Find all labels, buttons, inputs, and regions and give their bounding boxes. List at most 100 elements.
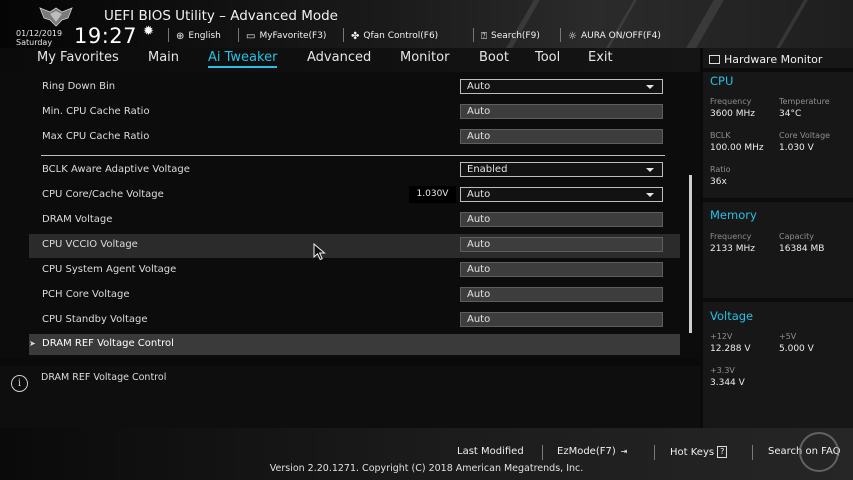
core-voltage-value: 1.030 V bbox=[779, 143, 814, 153]
version-text: Version 2.20.1271. Copyright (C) 2018 Am… bbox=[269, 463, 584, 474]
min-cpu-cache-ratio-input[interactable]: Auto bbox=[460, 104, 663, 119]
search-label: Search(F9) bbox=[491, 31, 540, 41]
help-text: DRAM REF Voltage Control bbox=[41, 372, 167, 383]
setting-value: Auto bbox=[467, 239, 491, 250]
setting-label: Min. CPU Cache Ratio bbox=[42, 106, 150, 117]
footer-separator bbox=[542, 445, 543, 460]
ezmode-label: EzMode(F7) bbox=[557, 446, 616, 457]
myfavorite-label: MyFavorite(F3) bbox=[259, 31, 327, 41]
globe-icon: ⊕ bbox=[176, 30, 185, 42]
tab-monitor[interactable]: Monitor bbox=[400, 50, 449, 65]
setting-row-dram-voltage[interactable]: DRAM Voltage Auto bbox=[29, 209, 680, 233]
setting-row-cpu-core-cache-voltage[interactable]: CPU Core/Cache Voltage 1.030V Auto bbox=[29, 184, 680, 208]
hotkeys-label: Hot Keys bbox=[670, 446, 715, 458]
app-title: UEFI BIOS Utility – Advanced Mode bbox=[104, 8, 338, 24]
setting-label: CPU Core/Cache Voltage bbox=[42, 189, 164, 200]
v5-label: +5V bbox=[779, 332, 797, 341]
setting-row-bclk-aware-adaptive-voltage[interactable]: BCLK Aware Adaptive Voltage Enabled bbox=[29, 159, 680, 183]
footer-separator bbox=[752, 445, 753, 460]
section-divider bbox=[41, 155, 665, 156]
setting-row-pch-core-voltage[interactable]: PCH Core Voltage Auto bbox=[29, 284, 680, 308]
ezmode-button[interactable]: EzMode(F7) ⇥ bbox=[557, 446, 627, 457]
bclk-aware-adaptive-voltage-dropdown[interactable]: Enabled bbox=[460, 162, 663, 177]
watermark-logo-icon bbox=[799, 432, 839, 472]
language-button[interactable]: ⊕ English bbox=[176, 29, 221, 43]
main-menu-tabs: My Favorites Main Ai Tweaker Advanced Mo… bbox=[0, 48, 700, 72]
memory-frequency-label: Frequency bbox=[710, 232, 752, 241]
tab-exit[interactable]: Exit bbox=[588, 50, 613, 65]
setting-value: Auto bbox=[467, 314, 491, 325]
hardware-monitor-title: Hardware Monitor bbox=[709, 53, 822, 66]
fan-icon: ✤ bbox=[351, 30, 360, 42]
dram-voltage-input[interactable]: Auto bbox=[460, 212, 663, 227]
hotkeys-button[interactable]: Hot Keys ? bbox=[670, 446, 728, 458]
search-button[interactable]: ⍰ Search(F9) bbox=[481, 29, 540, 43]
qfan-control-button[interactable]: ✤ Qfan Control(F6) bbox=[351, 29, 438, 43]
memory-capacity-value: 16384 MB bbox=[779, 244, 825, 254]
tab-tool[interactable]: Tool bbox=[535, 50, 560, 65]
setting-row-cpu-system-agent-voltage[interactable]: CPU System Agent Voltage Auto bbox=[29, 259, 680, 283]
header-decoration bbox=[776, 0, 808, 48]
monitor-icon bbox=[709, 55, 720, 64]
cpu-system-agent-voltage-input[interactable]: Auto bbox=[460, 262, 663, 277]
setting-row-min-cpu-cache-ratio[interactable]: Min. CPU Cache Ratio Auto bbox=[29, 101, 680, 125]
setting-value: Auto bbox=[467, 214, 491, 225]
submenu-arrow-icon: ➤ bbox=[29, 339, 36, 348]
setting-row-max-cpu-cache-ratio[interactable]: Max CPU Cache Ratio Auto bbox=[29, 126, 680, 150]
day-text: Saturday bbox=[16, 38, 53, 47]
last-modified-button[interactable]: Last Modified bbox=[457, 446, 524, 457]
myfavorite-button[interactable]: ▭ MyFavorite(F3) bbox=[246, 29, 326, 43]
v33-label: +3.3V bbox=[710, 366, 735, 375]
tab-ai-tweaker[interactable]: Ai Tweaker bbox=[208, 50, 278, 68]
memory-section-heading: Memory bbox=[710, 208, 757, 222]
chevron-down-icon bbox=[646, 193, 654, 197]
setting-value: Auto bbox=[467, 289, 491, 300]
aura-label: AURA ON/OFF(F4) bbox=[580, 31, 661, 41]
setting-row-ring-down-bin[interactable]: Ring Down Bin Auto bbox=[29, 76, 680, 100]
setting-label: CPU Standby Voltage bbox=[42, 314, 148, 325]
cpu-core-cache-voltage-dropdown[interactable]: Auto bbox=[460, 187, 663, 202]
v33-value: 3.344 V bbox=[710, 378, 745, 388]
setting-row-cpu-standby-voltage[interactable]: CPU Standby Voltage Auto bbox=[29, 309, 680, 333]
setting-row-cpu-vccio-voltage[interactable]: CPU VCCIO Voltage Auto bbox=[29, 234, 680, 258]
cpu-temperature-label: Temperature bbox=[779, 97, 830, 106]
help-key-icon: ? bbox=[717, 446, 728, 458]
cpu-standby-voltage-input[interactable]: Auto bbox=[460, 312, 663, 327]
v12-value: 12.288 V bbox=[710, 344, 751, 354]
cpu-vccio-voltage-input[interactable]: Auto bbox=[460, 237, 663, 252]
submenu-dram-ref-voltage-control[interactable]: ➤ DRAM REF Voltage Control bbox=[29, 334, 680, 355]
tab-boot[interactable]: Boot bbox=[479, 50, 509, 65]
ring-down-bin-dropdown[interactable]: Auto bbox=[460, 79, 663, 94]
header-decoration bbox=[686, 0, 724, 48]
memory-frequency-value: 2133 MHz bbox=[710, 244, 756, 254]
header-separator bbox=[560, 28, 561, 42]
voltage-section-heading: Voltage bbox=[710, 309, 754, 323]
help-description-bar: i DRAM REF Voltage Control bbox=[0, 366, 700, 428]
aura-button[interactable]: ☼ AURA ON/OFF(F4) bbox=[568, 29, 661, 43]
header-separator bbox=[238, 28, 239, 42]
setting-label: PCH Core Voltage bbox=[42, 289, 130, 300]
max-cpu-cache-ratio-input[interactable]: Auto bbox=[460, 129, 663, 144]
language-label: English bbox=[188, 31, 221, 41]
settings-scrollbar[interactable] bbox=[689, 175, 692, 333]
setting-label: Ring Down Bin bbox=[42, 81, 116, 92]
chevron-down-icon bbox=[646, 85, 654, 89]
tab-advanced[interactable]: Advanced bbox=[307, 50, 371, 65]
memory-capacity-label: Capacity bbox=[779, 232, 814, 241]
gear-icon[interactable]: ✹ bbox=[143, 24, 154, 39]
bclk-label: BCLK bbox=[710, 131, 731, 140]
panel-separator bbox=[703, 68, 853, 72]
setting-value: Auto bbox=[467, 264, 491, 275]
bclk-value: 100.00 MHz bbox=[710, 143, 764, 153]
date-text: 01/12/2019 bbox=[16, 29, 63, 38]
footer-separator bbox=[654, 445, 655, 460]
pch-core-voltage-input[interactable]: Auto bbox=[460, 287, 663, 302]
setting-label: CPU VCCIO Voltage bbox=[42, 239, 138, 250]
search-icon: ⍰ bbox=[481, 30, 487, 42]
setting-value: Auto bbox=[467, 81, 491, 92]
ratio-label: Ratio bbox=[710, 165, 731, 174]
tab-main[interactable]: Main bbox=[148, 50, 179, 65]
tab-my-favorites[interactable]: My Favorites bbox=[37, 50, 119, 65]
submenu-label: DRAM REF Voltage Control bbox=[42, 338, 174, 349]
setting-label: Max CPU Cache Ratio bbox=[42, 131, 150, 142]
